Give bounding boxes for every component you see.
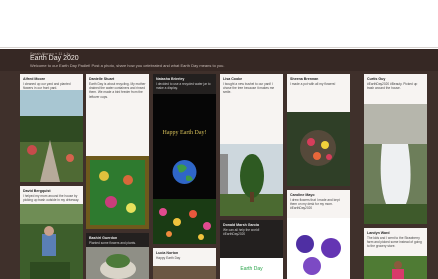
earth-day-image-caption: Earth Day [240,265,263,272]
post-text: We can all help the world! #EarthDay2020 [223,228,260,237]
post-author: Danielle Stuart [89,77,115,81]
earth-day-drawing[interactable]: Happy Earth Day! [153,94,216,244]
padlet-board: Sarah Alonzo + 11 • 1y Earth Day 2020 We… [0,49,438,279]
post-author: Donald Marsh Garcia [223,223,259,227]
post-author: Curtis Guy [367,77,386,81]
post-card[interactable]: Landyn Ward The kids and I went to the S… [364,228,427,279]
post-card[interactable]: Lucia Norton Happy Earth Day [153,248,216,279]
child-on-grass-photo[interactable] [364,256,427,279]
trash-bag-photo[interactable] [364,104,427,224]
post-card[interactable]: David Bergquist I helped my mom around t… [20,186,83,279]
post-card[interactable]: Caroline Mayo I drew flowers that I made… [287,190,350,279]
post-author: Caroline Mayo [290,193,315,197]
top-divider [0,47,438,48]
post-card[interactable]: Natasha Brierley I decided to use a recy… [153,74,216,244]
post-text: Earth Day is about recycling. My mother … [89,82,146,99]
post-text: I made a pot with all my flowers! [290,82,336,86]
post-card[interactable]: Bashiri Guerdon Planted some flowers and… [86,233,149,279]
post-text: The kids and I went to the Strawberry fa… [367,236,422,249]
post-author: Lucia Norton [156,251,179,255]
post-text: Happy Earth Day [156,256,181,260]
post-author: Bashiri Guerdon [89,236,118,240]
post-text: #EarthDay2020 #Beauty. Picked up trash a… [367,82,418,91]
post-author: Alfred Moore [23,77,46,81]
post-card[interactable]: Danielle Stuart Earth Day is about recyc… [86,74,149,229]
post-author: Lisa Cooke [223,77,243,81]
post-text: Planted some flowers and plants. [89,241,136,245]
post-card[interactable]: Lisa Cooke I bought a new bushel to our … [220,74,283,216]
post-author: Landyn Ward [367,231,390,235]
art-project-photo[interactable] [86,156,149,229]
child-photo[interactable] [20,204,83,279]
post-text: I drew flowers that I made and kept them… [290,198,340,211]
post-card[interactable]: Donald Marsh Garcia We can all help the … [220,220,283,279]
purple-flowers-photo[interactable] [287,218,350,279]
board-header: Sarah Alonzo + 11 • 1y Earth Day 2020 We… [0,49,438,71]
garden-photo[interactable] [20,90,83,182]
planter-photo[interactable] [86,247,149,279]
post-text: I bought a new bushel to our yard! I cho… [223,82,275,95]
svg-text:Happy Earth Day!: Happy Earth Day! [163,130,207,136]
board-description: Welcome to our Earth Day Padlet! Post a … [30,63,225,68]
tree-photo[interactable] [220,144,283,216]
post-author: Sheena Brennan [290,77,319,81]
post-text: I decided to use a recycled water jar to… [156,82,211,91]
post-author: David Bergquist [23,189,51,193]
post-card[interactable]: Sheena Brennan I made a pot with all my … [287,74,350,186]
post-card[interactable]: Alfred Moore I cleaned up our yard and p… [20,74,83,182]
post-text: I helped my mom around the house by pick… [23,194,80,203]
flower-pot-photo[interactable] [287,112,350,186]
earth-day-image[interactable]: Earth Day [220,258,283,279]
board-title: Earth Day 2020 [30,55,79,62]
dirt-photo[interactable] [153,266,216,279]
post-card[interactable]: Curtis Guy #EarthDay2020 #Beauty. Picked… [364,74,427,224]
post-author: Natasha Brierley [156,77,185,81]
